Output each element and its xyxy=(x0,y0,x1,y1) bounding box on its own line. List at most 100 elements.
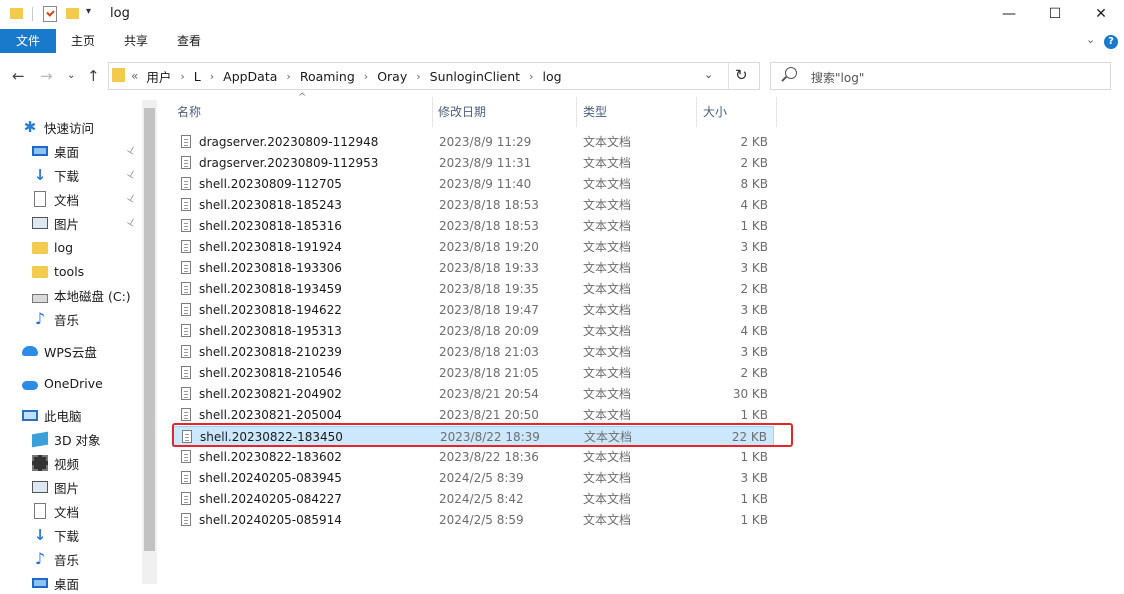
sidebar-item[interactable]: 3D 对象 xyxy=(32,428,101,450)
file-row[interactable]: shell.20230818-210239 2023/8/18 21:03 文本文档… xyxy=(172,342,774,363)
address-dropdown-icon[interactable]: ⌄ xyxy=(704,68,713,81)
column-header-type[interactable]: 类型 xyxy=(583,97,607,127)
breadcrumb-item[interactable]: 用户 xyxy=(146,67,171,86)
sidebar-item-label: 下载 xyxy=(54,168,80,184)
sidebar-item[interactable]: log xyxy=(32,236,73,258)
sidebar-item[interactable]: tools xyxy=(32,260,84,282)
text-file-icon xyxy=(181,261,191,274)
file-row[interactable]: shell.20230818-193306 2023/8/18 19:33 文本文档… xyxy=(172,258,774,279)
sidebar-item[interactable]: 桌面 xyxy=(32,572,79,594)
maximize-button[interactable]: ☐ xyxy=(1032,0,1078,28)
sidebar-item-label: log xyxy=(54,239,74,255)
file-row[interactable]: shell.20230818-194622 2023/8/18 19:47 文本文档… xyxy=(172,300,774,321)
sidebar-item[interactable]: WPS云盘 xyxy=(22,340,97,362)
ribbon-collapse-icon[interactable]: ⌄ xyxy=(1086,33,1095,46)
file-row[interactable]: shell.20230818-210546 2023/8/18 21:05 文本文档… xyxy=(172,363,774,384)
sidebar-item[interactable]: 本地磁盘 (C:) xyxy=(32,284,131,306)
sidebar-item[interactable]: ✱ 快速访问 xyxy=(22,116,94,138)
sidebar-item[interactable]: ♪ 音乐 xyxy=(32,548,79,570)
breadcrumb-overflow-icon[interactable]: « xyxy=(131,69,138,83)
file-size: 3 KB xyxy=(740,345,768,359)
breadcrumb-item[interactable]: Oray xyxy=(377,69,407,84)
breadcrumb[interactable]: « 用户 › L › AppData › Roaming › Oray › SunloginClien… xyxy=(131,62,562,90)
file-row[interactable]: shell.20230809-112705 2023/8/9 11:40 文本文档 8… xyxy=(172,174,774,195)
sidebar-item[interactable]: ↓ 下载 xyxy=(32,164,79,186)
file-row[interactable]: shell.20240205-085914 2024/2/5 8:59 文本文档 1 … xyxy=(172,510,774,531)
column-divider[interactable] xyxy=(576,97,577,127)
help-icon[interactable]: ? xyxy=(1104,35,1118,49)
column-divider[interactable] xyxy=(696,97,697,127)
sidebar-item[interactable]: ♪ 音乐 xyxy=(32,308,79,330)
column-header-name[interactable]: 名称 xyxy=(177,97,201,127)
file-row[interactable]: dragserver.20230809-112948 2023/8/9 11:29… xyxy=(172,132,774,153)
sidebar-item[interactable]: 文档 xyxy=(32,188,79,210)
file-size: 3 KB xyxy=(740,471,768,485)
search-input[interactable]: 搜索"log" xyxy=(811,69,864,86)
breadcrumb-separator-icon[interactable]: › xyxy=(210,70,214,83)
properties-icon[interactable] xyxy=(43,6,57,22)
sidebar-item[interactable]: OneDrive xyxy=(22,372,103,394)
column-header-date[interactable]: 修改日期 xyxy=(438,97,486,127)
sidebar-item-label: 此电脑 xyxy=(44,408,82,424)
breadcrumb-item[interactable]: SunloginClient xyxy=(430,69,520,84)
new-folder-icon[interactable] xyxy=(66,8,79,19)
sidebar-item[interactable]: 视频 xyxy=(32,452,79,474)
column-divider[interactable] xyxy=(776,97,777,127)
sidebar-item-label: OneDrive xyxy=(44,375,103,391)
sidebar-scrollbar-thumb[interactable] xyxy=(144,108,155,551)
text-file-icon xyxy=(181,240,191,253)
up-button[interactable]: ↑ xyxy=(87,67,100,85)
pictures-icon xyxy=(32,217,48,229)
breadcrumb-separator-icon[interactable]: › xyxy=(364,70,368,83)
file-row[interactable]: shell.20240205-084227 2024/2/5 8:42 文本文档 1 … xyxy=(172,489,774,510)
file-row[interactable]: shell.20240205-083945 2024/2/5 8:39 文本文档 3 … xyxy=(172,468,774,489)
forward-button[interactable]: → xyxy=(40,67,53,85)
minimize-button[interactable]: — xyxy=(986,0,1032,28)
text-file-icon xyxy=(181,471,191,484)
breadcrumb-separator-icon[interactable]: › xyxy=(529,70,533,83)
file-row[interactable]: dragserver.20230809-112953 2023/8/9 11:31… xyxy=(172,153,774,174)
breadcrumb-item[interactable]: AppData xyxy=(223,69,277,84)
file-date: 2023/8/18 19:35 xyxy=(439,282,539,296)
sidebar-item[interactable]: 图片 xyxy=(32,476,79,498)
quick-access-dropdown-icon[interactable]: ▾ xyxy=(86,6,91,17)
breadcrumb-item[interactable]: log xyxy=(542,69,561,84)
file-row[interactable]: shell.20230818-193459 2023/8/18 19:35 文本文档… xyxy=(172,279,774,300)
sidebar-item[interactable]: 文档 xyxy=(32,500,79,522)
breadcrumb-separator-icon[interactable]: › xyxy=(180,70,184,83)
sidebar-item[interactable]: 图片 xyxy=(32,212,79,234)
recent-locations-button[interactable]: ⌄ xyxy=(67,70,75,81)
file-row[interactable]: shell.20230818-185316 2023/8/18 18:53 文本文档… xyxy=(172,216,774,237)
tab-file[interactable]: 文件 xyxy=(0,29,56,53)
file-row[interactable]: shell.20230822-183602 2023/8/22 18:36 文本文档… xyxy=(172,447,774,468)
file-size: 2 KB xyxy=(740,366,768,380)
sidebar-item[interactable]: 桌面 xyxy=(32,140,79,162)
folder-icon[interactable] xyxy=(10,8,23,19)
sidebar-item[interactable]: 此电脑 xyxy=(22,404,82,426)
file-row[interactable]: shell.20230818-191924 2023/8/18 19:20 文本文档… xyxy=(172,237,774,258)
breadcrumb-separator-icon[interactable]: › xyxy=(416,70,420,83)
window-title: log xyxy=(110,6,130,21)
folder-icon xyxy=(32,242,48,254)
title-bar xyxy=(0,0,1124,28)
file-type: 文本文档 xyxy=(583,471,632,485)
close-button[interactable]: ✕ xyxy=(1078,0,1124,28)
sidebar-item[interactable]: ↓ 下载 xyxy=(32,524,79,546)
back-button[interactable]: ← xyxy=(12,67,25,85)
file-row[interactable]: shell.20230818-185243 2023/8/18 18:53 文本文档… xyxy=(172,195,774,216)
file-size: 1 KB xyxy=(740,450,768,464)
breadcrumb-item[interactable]: L xyxy=(194,69,201,84)
tab-home[interactable]: 主页 xyxy=(62,29,104,53)
breadcrumb-item[interactable]: Roaming xyxy=(300,69,355,84)
breadcrumb-separator-icon[interactable]: › xyxy=(286,70,290,83)
tab-share[interactable]: 共享 xyxy=(115,29,157,53)
tab-view[interactable]: 查看 xyxy=(168,29,210,53)
file-row[interactable]: shell.20230821-204902 2023/8/21 20:54 文本文档… xyxy=(172,384,774,405)
file-name: shell.20230821-204902 xyxy=(199,387,342,401)
text-file-icon xyxy=(181,345,191,358)
column-header-size[interactable]: 大小 xyxy=(703,97,727,127)
file-row[interactable]: shell.20230818-195313 2023/8/18 20:09 文本文档… xyxy=(172,321,774,342)
column-divider[interactable] xyxy=(432,97,433,127)
folder-icon xyxy=(112,68,125,82)
refresh-button[interactable]: ↻ xyxy=(735,66,748,84)
